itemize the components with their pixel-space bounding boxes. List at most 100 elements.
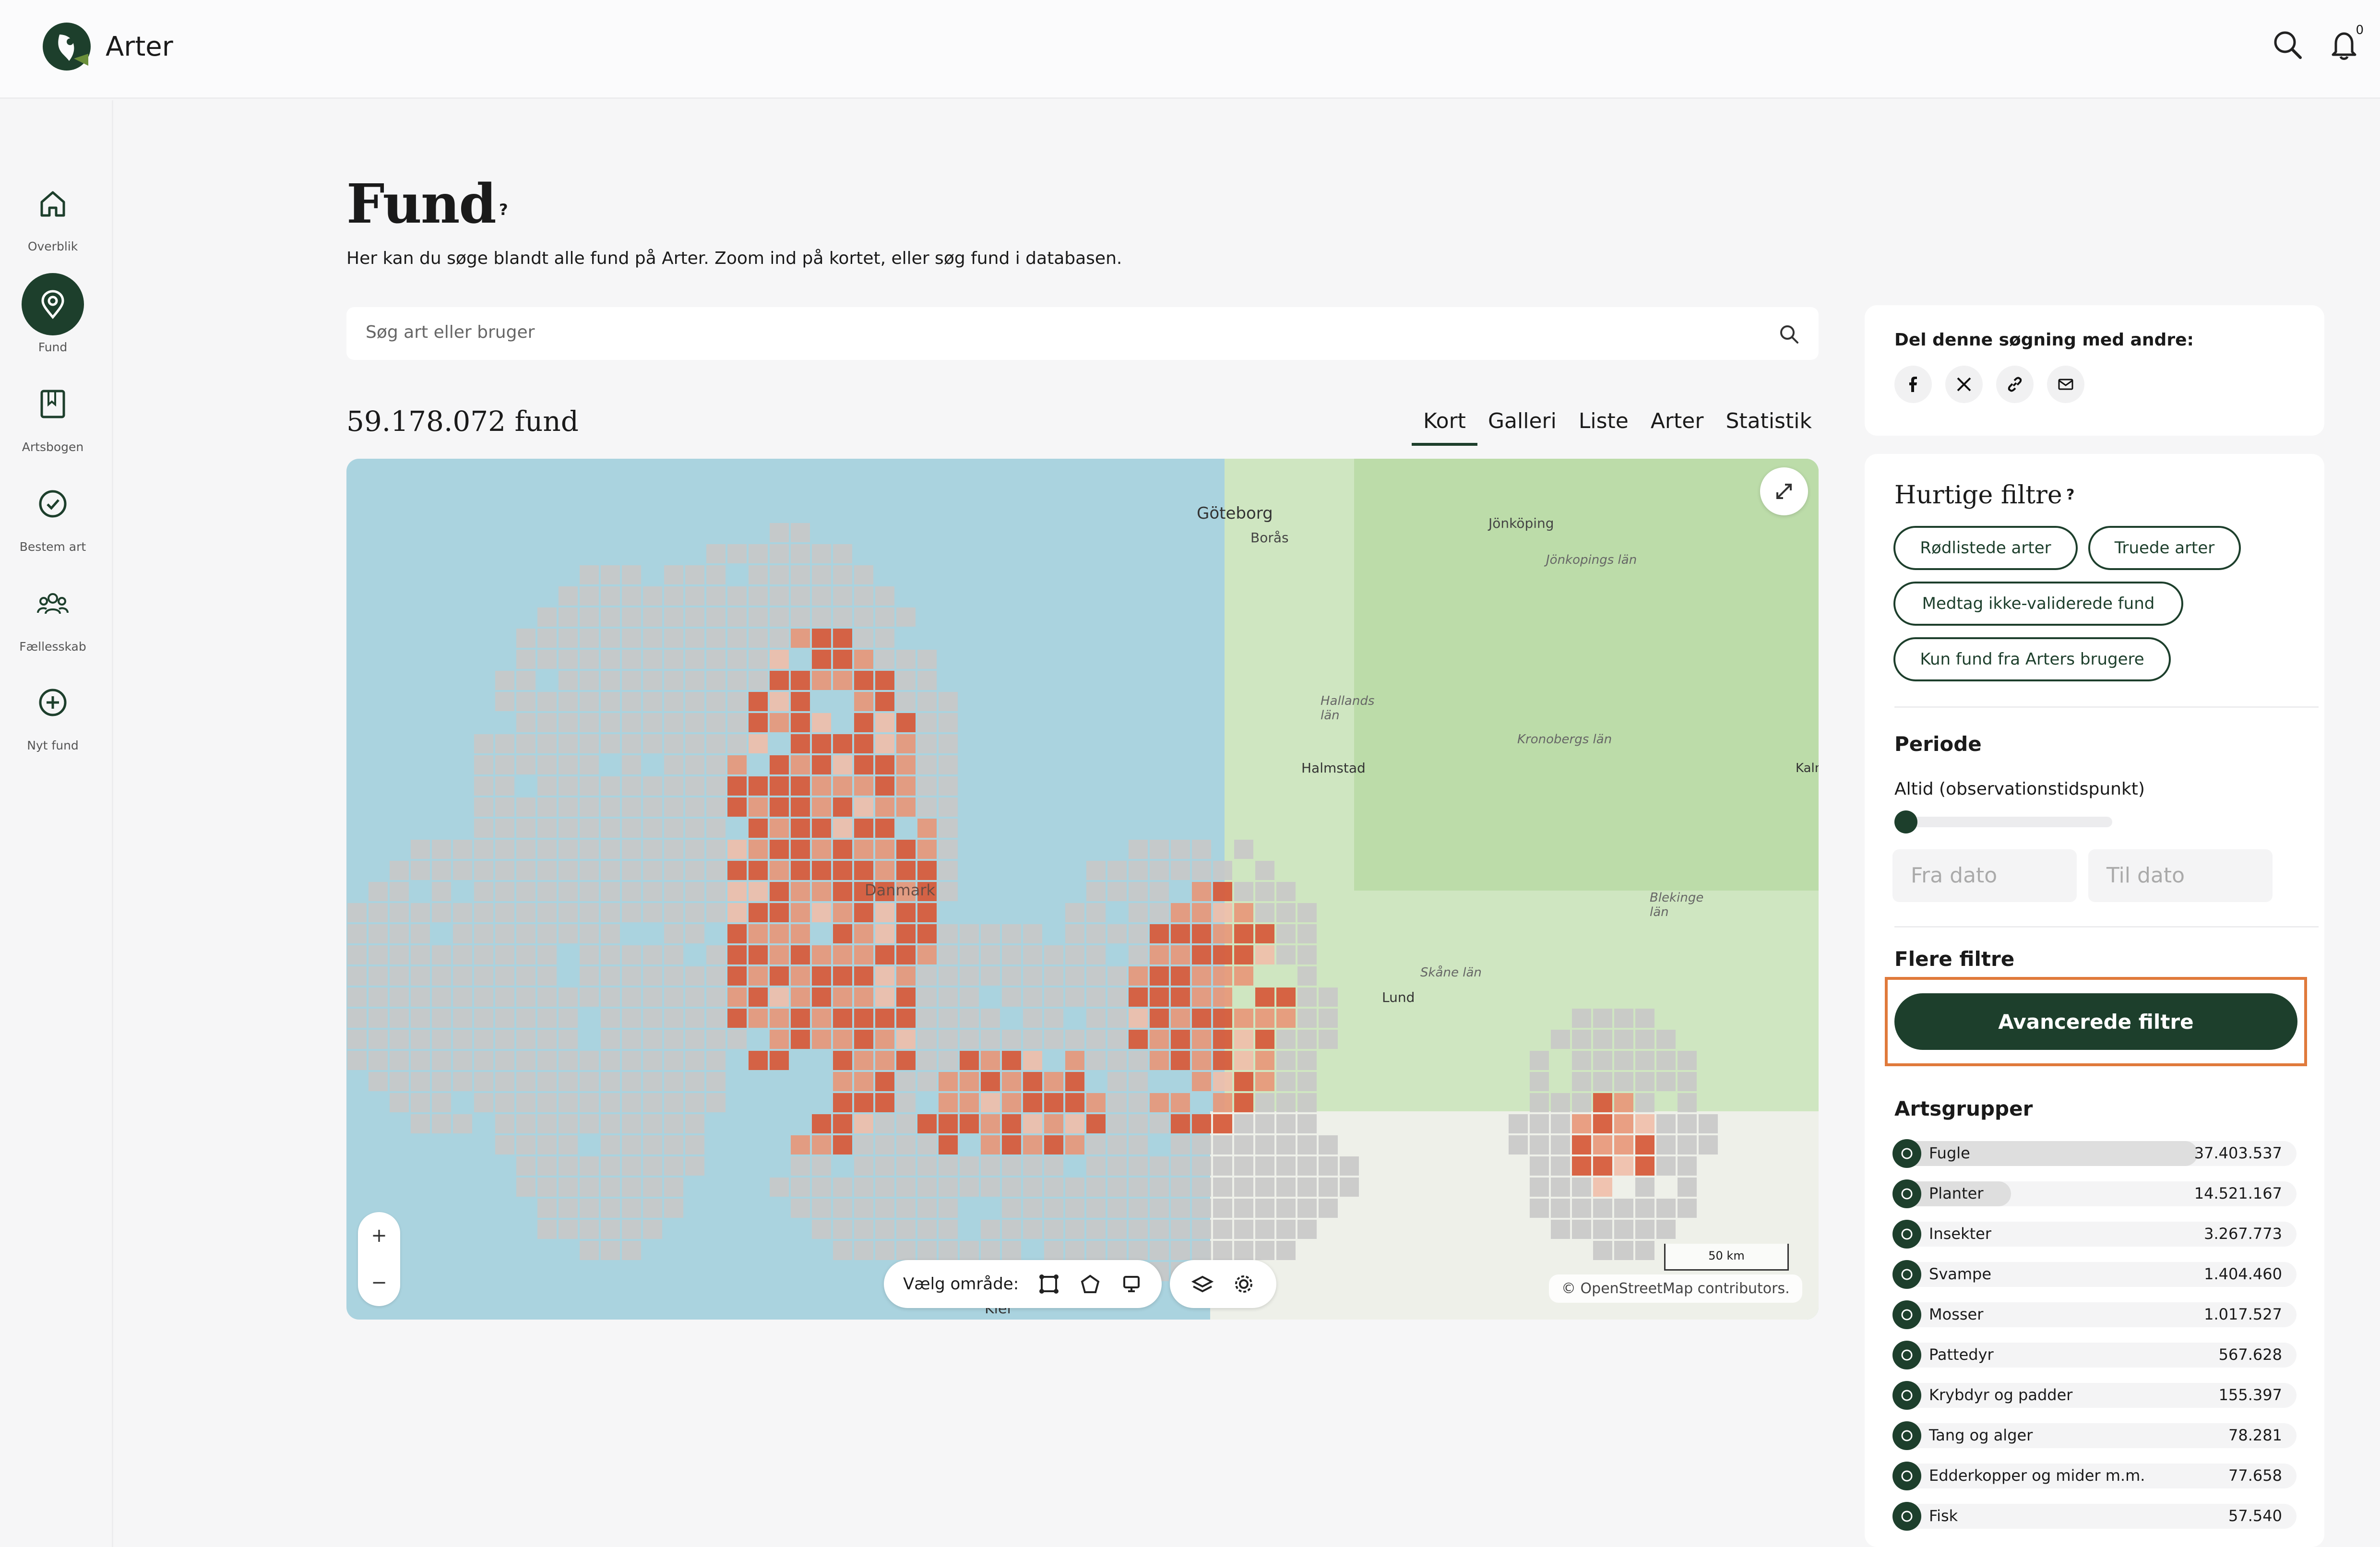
grid-cell[interactable] [939,1220,958,1239]
grid-cell[interactable] [812,776,831,796]
grid-cell[interactable] [1593,1051,1612,1070]
grid-cell[interactable] [1150,966,1169,986]
grid-cell[interactable] [495,819,514,838]
chip-truede-arter[interactable]: Truede arter [2088,526,2241,570]
grid-cell[interactable] [812,607,831,627]
grid-cell[interactable] [664,734,683,753]
grid-cell[interactable] [727,903,747,922]
grid-cell[interactable] [854,586,873,606]
grid-cell[interactable] [1213,1114,1232,1133]
grid-cell[interactable] [580,1072,599,1091]
grid-cell[interactable] [1297,1220,1317,1239]
grid-cell[interactable] [854,565,873,584]
grid-cell[interactable] [727,1030,747,1049]
grid-cell[interactable] [939,988,958,1007]
grid-cell[interactable] [622,1051,641,1070]
grid-cell[interactable] [1065,903,1084,922]
grid-cell[interactable] [812,755,831,774]
grid-cell[interactable] [1213,988,1232,1007]
grid-cell[interactable] [727,607,747,627]
grid-cell[interactable] [854,1220,873,1239]
grid-cell[interactable] [917,1178,937,1197]
grid-cell[interactable] [939,713,958,732]
grid-cell[interactable] [706,966,726,986]
grid-cell[interactable] [1593,1156,1612,1176]
grid-cell[interactable] [1107,1199,1127,1218]
sidebar-item-faellesskab[interactable]: Fællesskab [0,572,106,654]
grid-cell[interactable] [1340,1156,1359,1176]
grid-cell[interactable] [664,1030,683,1049]
grid-cell[interactable] [749,607,768,627]
grid-cell[interactable] [664,629,683,648]
grid-cell[interactable] [875,607,894,627]
grid-cell[interactable] [1086,924,1106,943]
grid-cell[interactable] [537,650,557,669]
grid-cell[interactable] [1086,1051,1106,1070]
grid-cell[interactable] [791,523,810,542]
grid-cell[interactable] [1213,1199,1232,1218]
grid-cell[interactable] [643,713,662,732]
grid-cell[interactable] [981,1072,1000,1091]
grid-cell[interactable] [516,1093,536,1112]
grid-cell[interactable] [622,1178,641,1197]
grid-cell[interactable] [1297,1051,1317,1070]
grid-cell[interactable] [1086,1220,1106,1239]
grid-cell[interactable] [601,861,620,880]
grid-cell[interactable] [812,544,831,563]
notification-bell-icon[interactable]: 0 [2327,23,2364,61]
grid-cell[interactable] [939,734,958,753]
grid-cell[interactable] [1002,1178,1021,1197]
grid-cell[interactable] [1255,924,1274,943]
grid-cell[interactable] [474,1072,493,1091]
grid-cell[interactable] [960,1072,979,1091]
grid-cell[interactable] [664,882,683,901]
grid-cell[interactable] [875,1009,894,1028]
grid-cell[interactable] [1107,1220,1127,1239]
grid-cell[interactable] [580,1093,599,1112]
species-group-row[interactable]: Svampe 1.404.460 [1892,1258,2297,1289]
grid-cell[interactable] [749,544,768,563]
grid-cell[interactable] [854,1241,873,1260]
grid-cell[interactable] [516,924,536,943]
grid-cell[interactable] [537,1156,557,1176]
grid-cell[interactable] [875,1241,894,1260]
grid-cell[interactable] [1255,1135,1274,1154]
grid-cell[interactable] [347,1030,367,1049]
grid-cell[interactable] [664,1009,683,1028]
grid-cell[interactable] [727,776,747,796]
grid-cell[interactable] [833,1241,852,1260]
grid-cell[interactable] [770,924,789,943]
grid-cell[interactable] [917,797,937,817]
grid-cell[interactable] [812,586,831,606]
grid-cell[interactable] [516,1135,536,1154]
grid-cell[interactable] [917,734,937,753]
grid-cell[interactable] [917,1009,937,1028]
grid-cell[interactable] [474,776,493,796]
grid-cell[interactable] [559,755,578,774]
grid-cell[interactable] [1234,1156,1253,1176]
grid-cell[interactable] [706,903,726,922]
grid-cell[interactable] [474,945,493,964]
chip-medtag-ikke-validerede[interactable]: Medtag ikke-validerede fund [1893,582,2183,626]
grid-cell[interactable] [833,945,852,964]
grid-cell[interactable] [685,861,704,880]
grid-cell[interactable] [1234,1178,1253,1197]
grid-cell[interactable] [474,797,493,817]
grid-cell[interactable] [1656,1051,1676,1070]
grid-cell[interactable] [643,1135,662,1154]
grid-cell[interactable] [369,1051,388,1070]
grid-cell[interactable] [727,988,747,1007]
grid-cell[interactable] [601,1072,620,1091]
grid-cell[interactable] [537,1220,557,1239]
grid-cell[interactable] [685,629,704,648]
grid-cell[interactable] [643,988,662,1007]
grid-cell[interactable] [1044,1199,1063,1218]
grid-cell[interactable] [622,1135,641,1154]
grid-cell[interactable] [1509,1135,1528,1154]
grid-cell[interactable] [1678,1135,1697,1154]
grid-cell[interactable] [939,692,958,711]
to-date-input[interactable]: Til dato [2088,849,2273,902]
grid-cell[interactable] [1065,1030,1084,1049]
grid-cell[interactable] [685,776,704,796]
grid-cell[interactable] [1213,1220,1232,1239]
